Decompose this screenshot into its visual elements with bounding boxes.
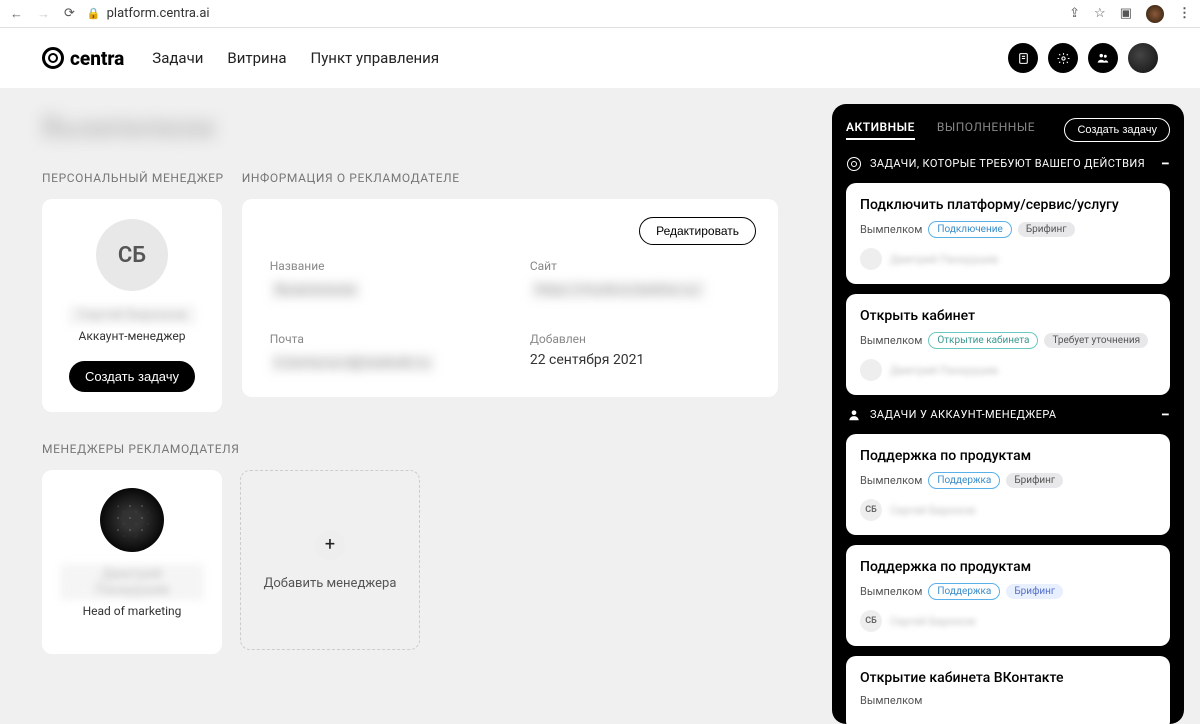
- collapse-icon[interactable]: −: [1161, 405, 1170, 424]
- task-company: Вымпелком: [860, 474, 922, 487]
- nav-control[interactable]: Пункт управления: [311, 49, 440, 67]
- advertiser-manager-card: Дмитрий Панкрушев Head of marketing: [42, 470, 222, 654]
- tab-done[interactable]: ВЫПОЛНЕННЫЕ: [937, 120, 1035, 140]
- star-icon[interactable]: ☆: [1094, 6, 1106, 21]
- section-action-required-label: ЗАДАЧИ, КОТОРЫЕ ТРЕБУЮТ ВАШЕГО ДЕЙСТВИЯ: [870, 157, 1145, 170]
- advertiser-manager-name: Дмитрий Панкрушев: [60, 564, 204, 600]
- field-site-value: https://moskva.beeline.ru/: [530, 280, 707, 300]
- add-manager-label: Добавить менеджера: [264, 576, 397, 591]
- users-button[interactable]: [1088, 43, 1118, 73]
- field-site-label: Сайт: [530, 259, 750, 273]
- section-personal-manager: ПЕРСОНАЛЬНЫЙ МЕНЕДЖЕР: [42, 171, 224, 185]
- target-icon: [846, 156, 862, 172]
- profile-avatar[interactable]: [1146, 5, 1164, 23]
- user-avatar[interactable]: [1128, 43, 1158, 73]
- task-tag: Брифинг: [1006, 473, 1063, 488]
- section-advertiser-info: ИНФОРМАЦИЯ О РЕКЛАМОДАТЕЛЕ: [242, 171, 778, 185]
- section-at-manager: ЗАДАЧИ У АККАУНТ-МЕНЕДЖЕРА −: [846, 405, 1170, 424]
- assignee-name: Дмитрий Панкрушев: [890, 364, 998, 377]
- assignee-name: Дмитрий Панкрушев: [890, 253, 998, 266]
- field-name-label: Название: [270, 259, 490, 273]
- field-name-value: Вымпелком: [270, 280, 361, 300]
- manager-avatar: СБ: [96, 219, 168, 291]
- tab-active[interactable]: АКТИВНЫЕ: [846, 120, 915, 140]
- back-icon[interactable]: ←: [10, 6, 23, 22]
- task-card[interactable]: Подключить платформу/сервис/услугу Вымпел…: [846, 183, 1170, 284]
- personal-manager-card: СБ Сергей Бирюков Аккаунт-менеджер Созда…: [42, 199, 222, 412]
- task-card[interactable]: Открыть кабинет Вымпелком Открытие кабинет…: [846, 294, 1170, 395]
- app-header: centra Задачи Витрина Пункт управления: [0, 28, 1200, 88]
- logo-icon: [42, 47, 64, 69]
- field-email-label: Почта: [270, 332, 490, 346]
- task-title: Поддержка по продуктам: [860, 448, 1156, 464]
- section-at-manager-label: ЗАДАЧИ У АККАУНТ-МЕНЕДЖЕРА: [870, 408, 1057, 421]
- logo[interactable]: centra: [42, 47, 124, 70]
- section-advertiser-managers: МЕНЕДЖЕРЫ РЕКЛАМОДАТЕЛЯ: [42, 442, 778, 456]
- task-tag: Открытие кабинета: [928, 332, 1038, 349]
- create-task-button[interactable]: Создать задачу: [69, 361, 195, 392]
- docs-button[interactable]: [1008, 43, 1038, 73]
- manager-role: Аккаунт-менеджер: [79, 329, 186, 343]
- brand-text: centra: [70, 47, 124, 70]
- add-manager-button[interactable]: + Добавить менеджера: [240, 470, 420, 650]
- section-action-required: ЗАДАЧИ, КОТОРЫЕ ТРЕБУЮТ ВАШЕГО ДЕЙСТВИЯ …: [846, 154, 1170, 173]
- task-title: Открыть кабинет: [860, 308, 1156, 324]
- share-icon[interactable]: ⇪: [1069, 6, 1080, 21]
- manager-name: Сергей Бирюков: [68, 305, 197, 325]
- advertiser-info-card: Редактировать Название Вымпелком Сайт ht…: [242, 199, 778, 397]
- kebab-icon[interactable]: ⋮: [1178, 6, 1190, 21]
- reload-icon[interactable]: ⟳: [64, 6, 75, 21]
- task-title: Открытие кабинета ВКонтакте: [860, 670, 1156, 686]
- field-added-label: Добавлен: [530, 332, 750, 346]
- page-title: Вымпелком: [42, 110, 778, 145]
- task-tag: Поддержка: [928, 583, 1000, 600]
- assignee-name: Сергей Бирюков: [890, 615, 975, 628]
- assignee-avatar: СБ: [860, 499, 882, 521]
- task-tag: Требует уточнения: [1044, 333, 1148, 348]
- settings-button[interactable]: [1048, 43, 1078, 73]
- task-company: Вымпелком: [860, 334, 922, 347]
- task-title: Поддержка по продуктам: [860, 559, 1156, 575]
- lock-icon: 🔒: [87, 7, 101, 20]
- field-email-value: k.borisova-d@realweb.ru: [270, 353, 436, 373]
- panel-icon[interactable]: ▣: [1120, 6, 1132, 21]
- task-card[interactable]: Поддержка по продуктам Вымпелком Поддержка…: [846, 545, 1170, 646]
- field-added-value: 22 сентября 2021: [530, 352, 750, 368]
- sidebar-create-task-button[interactable]: Создать задачу: [1064, 118, 1170, 142]
- assignee-avatar: СБ: [860, 610, 882, 632]
- task-tag: Подключение: [928, 221, 1011, 238]
- task-company: Вымпелком: [860, 223, 922, 236]
- main-nav: Задачи Витрина Пункт управления: [152, 49, 439, 67]
- task-tag: Брифинг: [1006, 584, 1063, 599]
- person-icon: [846, 407, 862, 423]
- url-text: platform.centra.ai: [107, 6, 210, 21]
- nav-tasks[interactable]: Задачи: [152, 49, 203, 67]
- nav-showcase[interactable]: Витрина: [227, 49, 286, 67]
- assignee-avatar: [860, 359, 882, 381]
- assignee-name: Сергей Бирюков: [890, 504, 975, 517]
- task-tag: Брифинг: [1018, 222, 1075, 237]
- edit-button[interactable]: Редактировать: [639, 217, 756, 245]
- forward-icon[interactable]: →: [37, 6, 50, 22]
- advertiser-manager-role: Head of marketing: [83, 604, 182, 618]
- browser-chrome: ← → ⟳ 🔒 platform.centra.ai ⇪ ☆ ▣ ⋮: [0, 0, 1200, 28]
- task-title: Подключить платформу/сервис/услугу: [860, 197, 1156, 213]
- task-company: Вымпелком: [860, 694, 922, 707]
- assignee-avatar: [860, 248, 882, 270]
- tasks-sidebar: АКТИВНЫЕ ВЫПОЛНЕННЫЕ Создать задачу ЗАДА…: [832, 104, 1184, 724]
- task-tag: Поддержка: [928, 472, 1000, 489]
- task-company: Вымпелком: [860, 585, 922, 598]
- task-card[interactable]: Открытие кабинета ВКонтакте Вымпелком: [846, 656, 1170, 724]
- plus-icon: +: [315, 530, 345, 560]
- collapse-icon[interactable]: −: [1161, 154, 1170, 173]
- task-card[interactable]: Поддержка по продуктам Вымпелком Поддержка…: [846, 434, 1170, 535]
- advertiser-manager-avatar: [100, 488, 164, 552]
